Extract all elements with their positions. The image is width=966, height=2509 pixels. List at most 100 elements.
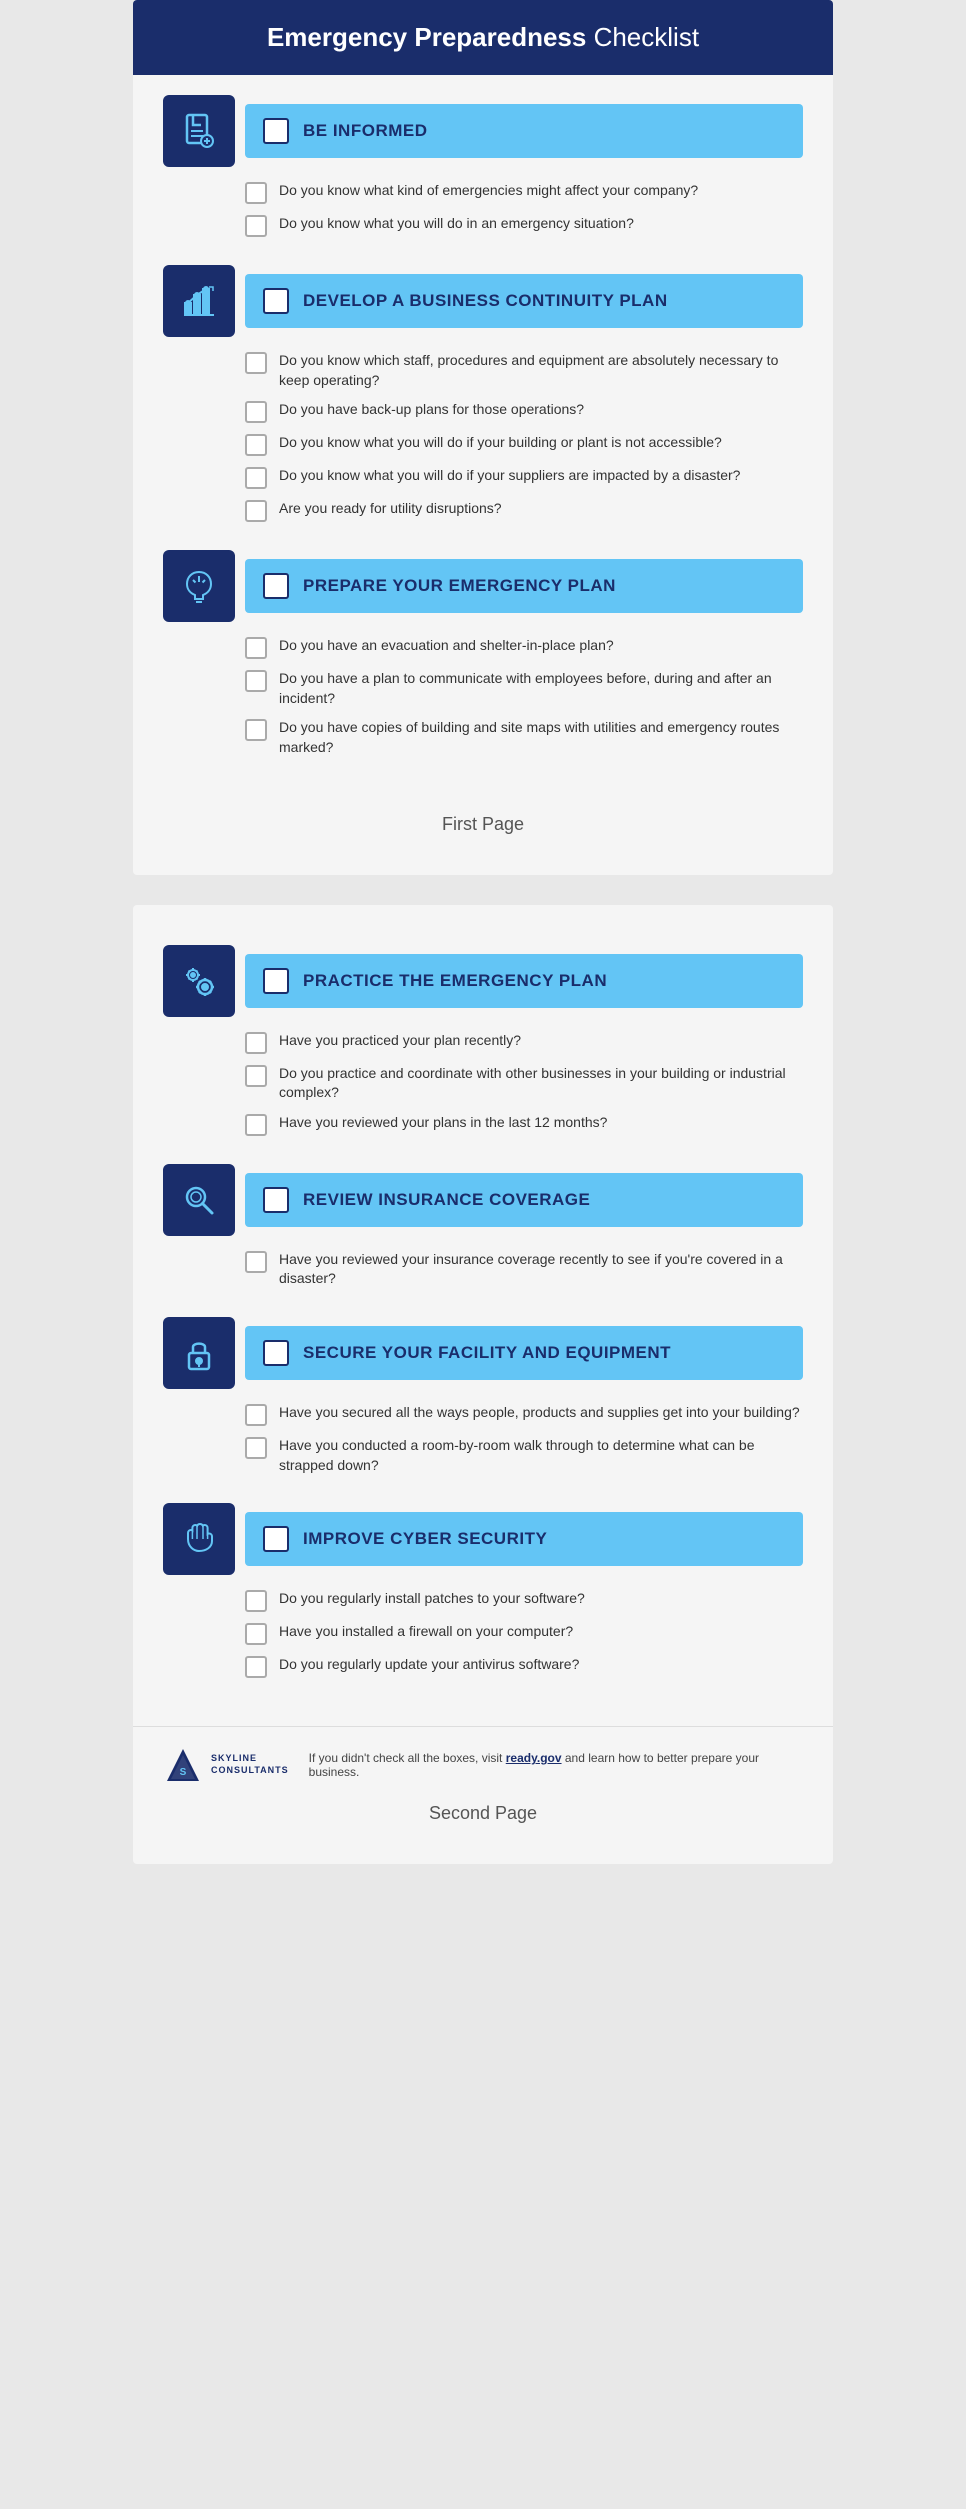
section-title-bar: SECURE YOUR FACILITY AND EQUIPMENT [245, 1326, 803, 1380]
item-text: Do you regularly install patches to your… [279, 1589, 585, 1609]
page-1: Emergency Preparedness Checklist [133, 0, 833, 875]
checklist-items: Do you have an evacuation and shelter-in… [163, 636, 803, 757]
list-item: Do you know what kind of emergencies mig… [245, 181, 803, 204]
section-checkbox[interactable] [263, 968, 289, 994]
section-header: REVIEW INSURANCE COVERAGE [163, 1164, 803, 1236]
insurance-icon-box [163, 1164, 235, 1236]
section-checkbox[interactable] [263, 1340, 289, 1366]
item-checkbox[interactable] [245, 352, 267, 374]
list-item: Do you regularly update your antivirus s… [245, 1655, 803, 1678]
item-text: Do you have an evacuation and shelter-in… [279, 636, 614, 656]
list-item: Do you have copies of building and site … [245, 718, 803, 757]
business-continuity-icon-box [163, 265, 235, 337]
ready-gov-link[interactable]: ready.gov [506, 1751, 562, 1765]
item-text: Have you reviewed your insurance coverag… [279, 1250, 803, 1289]
item-checkbox[interactable] [245, 401, 267, 423]
list-item: Have you practiced your plan recently? [245, 1031, 803, 1054]
section-header: IMPROVE CYBER SECURITY [163, 1503, 803, 1575]
section-header: PREPARE YOUR EMERGENCY PLAN [163, 550, 803, 622]
footer-text: If you didn't check all the boxes, visit… [309, 1751, 803, 1779]
emergency-plan-icon-box [163, 550, 235, 622]
page-content: BE INFORMED Do you know what kind of eme… [133, 75, 833, 796]
section-practice-plan: PRACTICE THE EMERGENCY PLAN Have you pra… [163, 945, 803, 1136]
item-checkbox[interactable] [245, 1114, 267, 1136]
section-header: PRACTICE THE EMERGENCY PLAN [163, 945, 803, 1017]
item-checkbox[interactable] [245, 1623, 267, 1645]
section-header: SECURE YOUR FACILITY AND EQUIPMENT [163, 1317, 803, 1389]
list-item: Have you reviewed your plans in the last… [245, 1113, 803, 1136]
item-checkbox[interactable] [245, 500, 267, 522]
checklist-items: Have you reviewed your insurance coverag… [163, 1250, 803, 1289]
search-icon [179, 1180, 219, 1220]
item-checkbox[interactable] [245, 1656, 267, 1678]
page-label: First Page [133, 796, 833, 845]
list-item: Do you know what you will do if your bui… [245, 433, 803, 456]
section-title: IMPROVE CYBER SECURITY [303, 1529, 547, 1549]
skyline-logo-icon: S [163, 1745, 203, 1785]
list-item: Do you know what you will do if your sup… [245, 466, 803, 489]
page-footer: S SKYLINE CONSULTANTS If you didn't chec… [133, 1726, 833, 1785]
list-item: Have you reviewed your insurance coverag… [245, 1250, 803, 1289]
section-checkbox[interactable] [263, 1187, 289, 1213]
lightbulb-icon [179, 566, 219, 606]
chart-icon [179, 281, 219, 321]
section-title: REVIEW INSURANCE COVERAGE [303, 1190, 590, 1210]
page-2: PRACTICE THE EMERGENCY PLAN Have you pra… [133, 905, 833, 1865]
item-text: Have you secured all the ways people, pr… [279, 1403, 800, 1423]
item-text: Do you have back-up plans for those oper… [279, 400, 584, 420]
item-checkbox[interactable] [245, 1065, 267, 1087]
item-text: Do you know which staff, procedures and … [279, 351, 803, 390]
section-be-informed: BE INFORMED Do you know what kind of eme… [163, 95, 803, 237]
item-text: Do you know what kind of emergencies mig… [279, 181, 698, 201]
item-checkbox[interactable] [245, 1404, 267, 1426]
item-text: Do you know what you will do in an emerg… [279, 214, 634, 234]
item-checkbox[interactable] [245, 1590, 267, 1612]
cyber-security-icon-box [163, 1503, 235, 1575]
list-item: Have you conducted a room-by-room walk t… [245, 1436, 803, 1475]
page-content: PRACTICE THE EMERGENCY PLAN Have you pra… [133, 925, 833, 1717]
section-checkbox[interactable] [263, 118, 289, 144]
item-checkbox[interactable] [245, 467, 267, 489]
section-title-bar: IMPROVE CYBER SECURITY [245, 1512, 803, 1566]
item-text: Do you regularly update your antivirus s… [279, 1655, 579, 1675]
item-text: Have you practiced your plan recently? [279, 1031, 521, 1051]
checklist-items: Have you secured all the ways people, pr… [163, 1403, 803, 1475]
item-text: Have you reviewed your plans in the last… [279, 1113, 607, 1133]
company-logo: S SKYLINE CONSULTANTS [163, 1745, 289, 1785]
item-checkbox[interactable] [245, 182, 267, 204]
item-checkbox[interactable] [245, 1437, 267, 1459]
item-checkbox[interactable] [245, 719, 267, 741]
section-checkbox[interactable] [263, 1526, 289, 1552]
checklist-items: Have you practiced your plan recently? D… [163, 1031, 803, 1136]
item-text: Do you have copies of building and site … [279, 718, 803, 757]
item-checkbox[interactable] [245, 670, 267, 692]
item-text: Do you know what you will do if your sup… [279, 466, 740, 486]
section-checkbox[interactable] [263, 573, 289, 599]
secure-facility-icon-box [163, 1317, 235, 1389]
svg-text:S: S [180, 1767, 187, 1778]
section-title-bar: PREPARE YOUR EMERGENCY PLAN [245, 559, 803, 613]
item-checkbox[interactable] [245, 215, 267, 237]
practice-plan-icon-box [163, 945, 235, 1017]
section-title-bar: DEVELOP A BUSINESS CONTINUITY PLAN [245, 274, 803, 328]
section-title-bar: PRACTICE THE EMERGENCY PLAN [245, 954, 803, 1008]
checklist-items: Do you know what kind of emergencies mig… [163, 181, 803, 237]
list-item: Do you know which staff, procedures and … [245, 351, 803, 390]
checklist-items: Do you know which staff, procedures and … [163, 351, 803, 522]
item-checkbox[interactable] [245, 1251, 267, 1273]
list-item: Have you secured all the ways people, pr… [245, 1403, 803, 1426]
item-text: Have you conducted a room-by-room walk t… [279, 1436, 803, 1475]
section-title: SECURE YOUR FACILITY AND EQUIPMENT [303, 1343, 671, 1363]
list-item: Are you ready for utility disruptions? [245, 499, 803, 522]
item-checkbox[interactable] [245, 637, 267, 659]
item-checkbox[interactable] [245, 434, 267, 456]
list-item: Do you know what you will do in an emerg… [245, 214, 803, 237]
item-checkbox[interactable] [245, 1032, 267, 1054]
section-header: DEVELOP A BUSINESS CONTINUITY PLAN [163, 265, 803, 337]
item-text: Do you have a plan to communicate with e… [279, 669, 803, 708]
checklist-items: Do you regularly install patches to your… [163, 1589, 803, 1678]
lock-icon [179, 1333, 219, 1373]
section-business-continuity: DEVELOP A BUSINESS CONTINUITY PLAN Do yo… [163, 265, 803, 522]
section-checkbox[interactable] [263, 288, 289, 314]
section-title: BE INFORMED [303, 121, 428, 141]
